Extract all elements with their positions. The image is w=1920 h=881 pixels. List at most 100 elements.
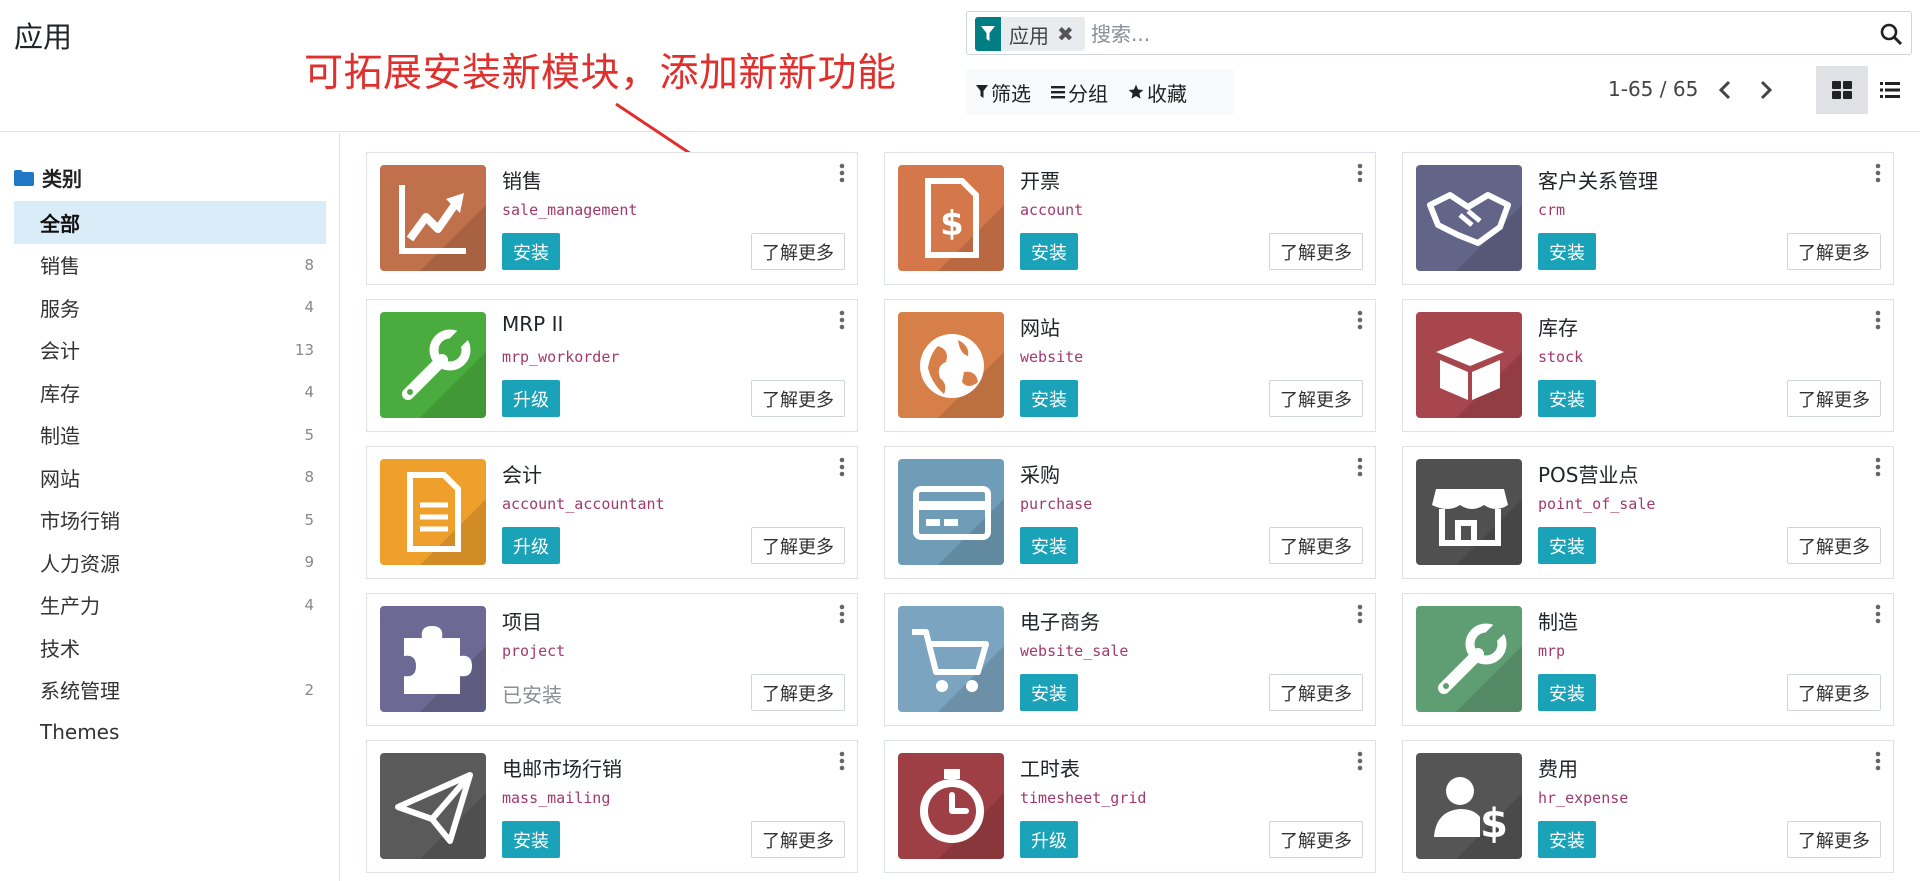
sidebar-item[interactable]: 生产力 4: [14, 584, 326, 627]
dropdown-dots-icon[interactable]: [1357, 751, 1363, 771]
dropdown-dots-icon[interactable]: [1875, 604, 1881, 624]
install-button[interactable]: 安装: [1538, 527, 1596, 564]
dropdown-dots-icon[interactable]: [1357, 457, 1363, 477]
learn-more-button[interactable]: 了解更多: [1269, 527, 1363, 564]
dropdown-dots-icon[interactable]: [1357, 163, 1363, 183]
paper-plane-icon: [380, 753, 486, 859]
app-card[interactable]: 电子商务 website_sale 安装 了解更多: [884, 593, 1376, 726]
sidebar-item[interactable]: 市场行销 5: [14, 499, 326, 542]
install-button[interactable]: 安装: [1020, 674, 1078, 711]
learn-more-button[interactable]: 了解更多: [751, 674, 845, 711]
upgrade-button[interactable]: 升级: [502, 380, 560, 417]
kanban-view-button[interactable]: [1816, 66, 1868, 114]
app-card[interactable]: 客户关系管理 crm 安装 了解更多: [1402, 152, 1894, 285]
dropdown-dots-icon[interactable]: [839, 604, 845, 624]
app-card[interactable]: 采购 purchase 安装 了解更多: [884, 446, 1376, 579]
learn-more-button[interactable]: 了解更多: [751, 380, 845, 417]
sidebar-item[interactable]: Themes: [14, 711, 326, 754]
app-card[interactable]: 项目 project 已安装 了解更多: [366, 593, 858, 726]
dropdown-dots-icon[interactable]: [839, 310, 845, 330]
dropdown-dots-icon[interactable]: [1357, 604, 1363, 624]
app-card[interactable]: 销售 sale_management 安装 了解更多: [366, 152, 858, 285]
app-card[interactable]: 网站 website 安装 了解更多: [884, 299, 1376, 432]
learn-more-button[interactable]: 了解更多: [1787, 674, 1881, 711]
sidebar-item[interactable]: 销售 8: [14, 244, 326, 287]
sidebar-item-count: 5: [304, 425, 314, 444]
learn-more-button[interactable]: 了解更多: [751, 821, 845, 858]
dropdown-dots-icon[interactable]: [839, 457, 845, 477]
dropdown-dots-icon[interactable]: [839, 751, 845, 771]
install-button[interactable]: 安装: [1538, 380, 1596, 417]
dropdown-dots-icon[interactable]: [1875, 163, 1881, 183]
app-card[interactable]: 工时表 timesheet_grid 升级 了解更多: [884, 740, 1376, 873]
install-button[interactable]: 安装: [1538, 233, 1596, 270]
dropdown-dots-icon[interactable]: [1875, 310, 1881, 330]
chevron-left-icon: [1718, 80, 1731, 100]
facet-close-icon[interactable]: ✖: [1057, 22, 1074, 46]
sidebar-item-label: 服务: [40, 296, 80, 321]
install-button[interactable]: 安装: [1020, 233, 1078, 270]
sidebar-item-count: 2: [304, 680, 314, 699]
category-header: 类别: [14, 163, 82, 192]
pager-value[interactable]: 1-65 / 65: [1608, 77, 1698, 101]
pager-previous-button[interactable]: [1713, 77, 1737, 103]
sidebar-item[interactable]: 网站 8: [14, 456, 326, 499]
learn-more-button[interactable]: 了解更多: [1787, 527, 1881, 564]
app-card[interactable]: 库存 stock 安装 了解更多: [1402, 299, 1894, 432]
app-card[interactable]: $ 开票 account 安装 了解更多: [884, 152, 1376, 285]
app-card[interactable]: 电邮市场行销 mass_mailing 安装 了解更多: [366, 740, 858, 873]
dropdown-dots-icon[interactable]: [1875, 457, 1881, 477]
group-by-button[interactable]: 分组: [1041, 78, 1118, 107]
app-card[interactable]: 会计 account_accountant 升级 了解更多: [366, 446, 858, 579]
dropdown-dots-icon[interactable]: [1875, 751, 1881, 771]
sidebar-item[interactable]: 全部: [14, 201, 326, 244]
favorites-button[interactable]: 收藏: [1118, 78, 1197, 107]
invoice-dollar-icon: $: [898, 165, 1004, 271]
search-input[interactable]: [1091, 19, 1851, 49]
learn-more-button[interactable]: 了解更多: [1787, 821, 1881, 858]
learn-more-button[interactable]: 了解更多: [1787, 233, 1881, 270]
app-card[interactable]: 制造 mrp 安装 了解更多: [1402, 593, 1894, 726]
sidebar-item[interactable]: 技术: [14, 626, 326, 669]
upgrade-button[interactable]: 升级: [1020, 821, 1078, 858]
install-button[interactable]: 安装: [502, 821, 560, 858]
list-view-button[interactable]: [1864, 66, 1916, 114]
magnifier-icon[interactable]: [1879, 22, 1903, 46]
pager-next-button[interactable]: [1754, 77, 1778, 103]
sidebar-item-count: 13: [294, 340, 314, 359]
sidebar-item[interactable]: 库存 4: [14, 371, 326, 414]
upgrade-button[interactable]: 升级: [502, 527, 560, 564]
search-facet[interactable]: 应用 ✖: [975, 17, 1085, 51]
app-card[interactable]: MRP II mrp_workorder 升级 了解更多: [366, 299, 858, 432]
sidebar-item-label: 网站: [40, 466, 80, 491]
sidebar-item-label: 人力资源: [40, 551, 120, 576]
dropdown-dots-icon[interactable]: [839, 163, 845, 183]
learn-more-button[interactable]: 了解更多: [1269, 674, 1363, 711]
learn-more-button[interactable]: 了解更多: [751, 527, 845, 564]
app-card[interactable]: POS营业点 point_of_sale 安装 了解更多: [1402, 446, 1894, 579]
learn-more-button[interactable]: 了解更多: [1269, 380, 1363, 417]
install-button[interactable]: 安装: [502, 233, 560, 270]
dropdown-dots-icon[interactable]: [1357, 310, 1363, 330]
stopwatch-icon: [898, 753, 1004, 859]
favorites-label: 收藏: [1147, 81, 1187, 106]
learn-more-button[interactable]: 了解更多: [1269, 821, 1363, 858]
sidebar-item-count: 4: [304, 298, 314, 317]
learn-more-button[interactable]: 了解更多: [1787, 380, 1881, 417]
sidebar-item[interactable]: 系统管理 2: [14, 669, 326, 712]
install-button[interactable]: 安装: [1538, 674, 1596, 711]
globe-icon: [898, 312, 1004, 418]
install-button[interactable]: 安装: [1020, 380, 1078, 417]
sidebar-item[interactable]: 制造 5: [14, 414, 326, 457]
learn-more-button[interactable]: 了解更多: [751, 233, 845, 270]
app-card[interactable]: $ 费用 hr_expense 安装 了解更多: [1402, 740, 1894, 873]
learn-more-button[interactable]: 了解更多: [1269, 233, 1363, 270]
sidebar-item[interactable]: 服务 4: [14, 286, 326, 329]
sidebar-item[interactable]: 人力资源 9: [14, 541, 326, 584]
install-button[interactable]: 安装: [1538, 821, 1596, 858]
app-technical-name: stock: [1538, 348, 1584, 366]
install-button[interactable]: 安装: [1020, 527, 1078, 564]
sidebar-item[interactable]: 会计 13: [14, 329, 326, 372]
list-icon: [1880, 82, 1900, 98]
filter-button[interactable]: 筛选: [966, 78, 1041, 107]
